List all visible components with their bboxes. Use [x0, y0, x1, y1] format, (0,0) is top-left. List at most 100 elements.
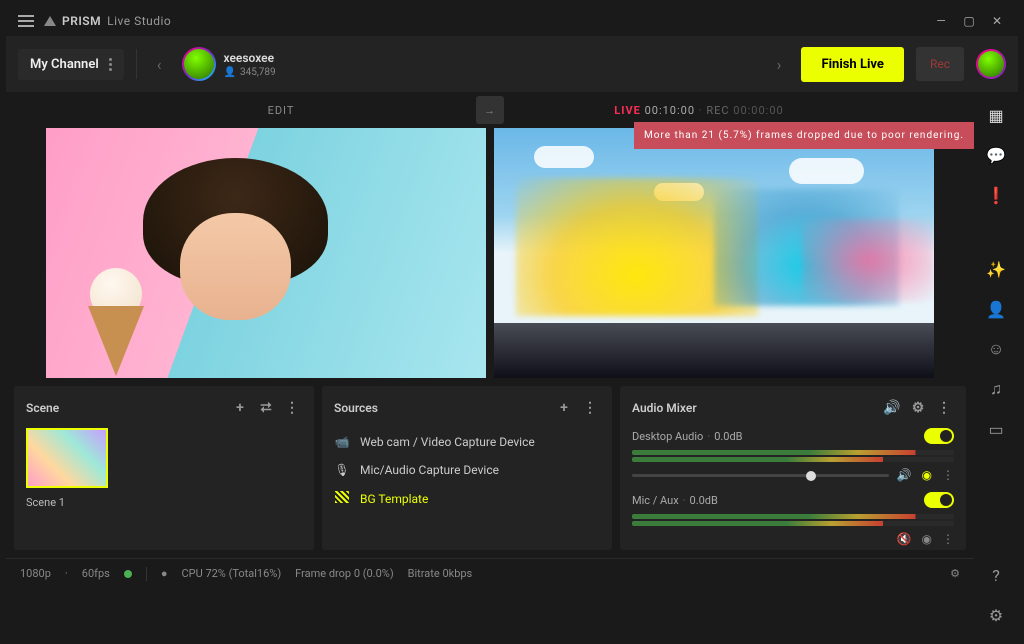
resolution: 1080p — [20, 567, 51, 580]
track-db: 0.0dB — [690, 494, 718, 507]
track-menu-icon[interactable]: ⋮ — [942, 532, 954, 546]
volume-slider[interactable] — [632, 474, 889, 477]
rec-time: 00:00:00 — [733, 104, 783, 117]
grid-icon[interactable]: ▦ — [983, 102, 1009, 128]
camera-icon: 📹 — [334, 435, 350, 449]
status-dot-icon — [124, 570, 132, 578]
header: My Channel ‹ xeesoxee 👤 345,789 › Finish… — [6, 36, 1018, 92]
sources-panel: Sources + ⋮ 📹 Web cam / Video Capture De… — [322, 386, 612, 550]
mixer-track-mic: Mic / Aux · 0.0dB 🔇 ◉ ⋮ — [632, 492, 954, 546]
chat-icon[interactable]: 💬 — [983, 142, 1009, 168]
menu-icon[interactable] — [18, 15, 34, 27]
prev-arrow[interactable]: ‹ — [149, 55, 170, 74]
follower-count: 👤 345,789 — [224, 67, 276, 78]
channel-selector[interactable]: My Channel — [18, 49, 124, 80]
live-status: LIVE 00:10:00 · REC 00:00:00 — [504, 104, 894, 117]
framedrop-alert: More than 21 (5.7%) frames dropped due t… — [634, 122, 974, 149]
minimize-button[interactable]: — — [932, 12, 950, 30]
track-name: Desktop Audio — [632, 430, 703, 443]
live-time: 00:10:00 — [645, 104, 695, 117]
finish-live-button[interactable]: Finish Live — [801, 47, 904, 82]
mixer-panel-title: Audio Mixer — [632, 401, 697, 415]
preview-area — [6, 128, 974, 378]
source-label: Web cam / Video Capture Device — [360, 435, 535, 449]
source-item-bg-template[interactable]: BG Template — [334, 484, 600, 513]
cpu-usage: CPU 72% (Total16%) — [181, 567, 281, 580]
scene-panel: Scene + ⮂ ⋮ Scene 1 — [14, 386, 314, 550]
framedrop: Frame drop 0 (0.0%) — [295, 567, 393, 580]
bitrate: Bitrate 0kbps — [408, 567, 473, 580]
mixer-settings-button[interactable]: ⚙ — [908, 398, 928, 418]
audio-meter — [632, 521, 954, 526]
sources-panel-title: Sources — [334, 401, 378, 415]
stripes-icon — [334, 491, 350, 506]
bottom-panels: Scene + ⮂ ⋮ Scene 1 Sources + ⋮ 📹 Web ca… — [6, 378, 974, 558]
sources-menu-button[interactable]: ⋮ — [580, 398, 600, 418]
mic-icon: 🎙 — [334, 463, 350, 477]
edit-preview[interactable] — [46, 128, 486, 378]
prism-icon — [44, 16, 56, 26]
transition-button[interactable]: → — [476, 96, 504, 124]
mixer-track-desktop: Desktop Audio · 0.0dB 🔊 ◉ ⋮ — [632, 428, 954, 482]
mixer-menu-button[interactable]: ⋮ — [934, 398, 954, 418]
source-label: Mic/Audio Capture Device — [360, 463, 499, 477]
edit-label: EDIT — [86, 104, 476, 117]
device-icon[interactable]: ▭ — [983, 416, 1009, 442]
source-item-mic[interactable]: 🎙 Mic/Audio Capture Device — [334, 456, 600, 484]
cpu-icon: ● — [161, 567, 168, 580]
scene-menu-button[interactable]: ⋮ — [282, 398, 302, 418]
arrow-right-icon: → — [484, 104, 496, 117]
user-info[interactable]: xeesoxee 👤 345,789 — [182, 47, 276, 81]
mixer-volume-icon[interactable]: 🔊 — [882, 398, 902, 418]
app-subtitle: Live Studio — [107, 14, 171, 28]
preview-toolbar: EDIT → LIVE 00:10:00 · REC 00:00:00 More… — [6, 92, 974, 128]
mute-icon[interactable]: 🔇 — [897, 532, 912, 546]
scene-panel-title: Scene — [26, 401, 59, 415]
kebab-icon[interactable] — [109, 58, 112, 71]
add-source-button[interactable]: + — [554, 398, 574, 418]
app-name: PRISM — [62, 14, 101, 28]
music-icon[interactable]: ♫ — [983, 376, 1009, 402]
speaker-icon[interactable]: 🔊 — [897, 468, 912, 482]
monitor-icon[interactable]: ◉ — [922, 532, 932, 546]
track-db: 0.0dB — [714, 430, 742, 443]
app-logo: PRISM Live Studio — [44, 14, 171, 28]
profile-avatar[interactable] — [976, 49, 1006, 79]
audio-meter — [632, 450, 954, 455]
status-bar: 1080p · 60fps ● CPU 72% (Total16%) Frame… — [6, 558, 974, 588]
source-item-webcam[interactable]: 📹 Web cam / Video Capture Device — [334, 428, 600, 456]
track-toggle[interactable] — [924, 492, 954, 508]
scene-thumbnail[interactable] — [26, 428, 108, 488]
close-button[interactable]: ✕ — [988, 12, 1006, 30]
sticker-icon[interactable]: ☺ — [983, 336, 1009, 362]
live-label: LIVE — [614, 104, 641, 117]
track-menu-icon[interactable]: ⋮ — [942, 468, 954, 482]
monitor-icon[interactable]: ◉ — [922, 468, 932, 482]
settings-icon[interactable]: ⚙ — [983, 602, 1009, 628]
alert-icon[interactable]: ❗ — [983, 182, 1009, 208]
next-arrow[interactable]: › — [769, 55, 790, 74]
record-button[interactable]: Rec — [916, 47, 964, 81]
person-icon: 👤 — [224, 67, 236, 78]
track-toggle[interactable] — [924, 428, 954, 444]
source-label: BG Template — [360, 492, 428, 506]
audio-meter — [632, 457, 954, 462]
help-icon[interactable]: ? — [983, 562, 1009, 588]
scene-studio-button[interactable]: ⮂ — [256, 398, 276, 418]
track-name: Mic / Aux — [632, 494, 679, 507]
rec-label: REC — [706, 104, 729, 117]
audio-mixer-panel: Audio Mixer 🔊 ⚙ ⋮ Desktop Audio · 0.0dB … — [620, 386, 966, 550]
add-scene-button[interactable]: + — [230, 398, 250, 418]
live-preview[interactable] — [494, 128, 934, 378]
username: xeesoxee — [224, 51, 276, 65]
right-sidebar: ▦ 💬 ❗ ✨ 👤 ☺ ♫ ▭ ? ⚙ — [974, 92, 1018, 638]
effects-icon[interactable]: ✨ — [983, 256, 1009, 282]
titlebar: PRISM Live Studio — ▢ ✕ — [6, 6, 1018, 36]
audio-meter — [632, 514, 954, 519]
maximize-button[interactable]: ▢ — [960, 12, 978, 30]
person-icon[interactable]: 👤 — [983, 296, 1009, 322]
framerate: 60fps — [82, 567, 110, 580]
scene-label: Scene 1 — [26, 496, 302, 509]
statusbar-settings-button[interactable]: ⚙ — [950, 567, 960, 580]
user-avatar — [182, 47, 216, 81]
